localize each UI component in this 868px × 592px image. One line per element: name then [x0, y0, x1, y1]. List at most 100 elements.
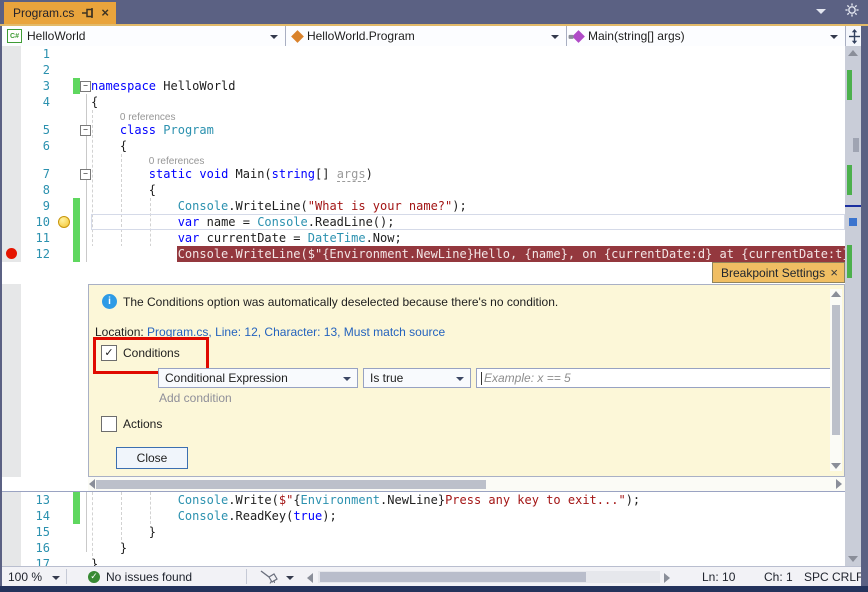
code-text[interactable]: Console.ReadKey(true); [91, 508, 845, 524]
code-text[interactable]: var name = Console.ReadLine(); [91, 214, 845, 230]
scroll-down-icon[interactable] [831, 463, 841, 469]
scrollbar-caret-mark [845, 205, 861, 207]
scrollbar-thumb[interactable] [96, 480, 486, 489]
breakpoint-margin-cell[interactable] [2, 214, 21, 230]
code-text[interactable]: } [91, 540, 845, 556]
panel-horizontal-scrollbar[interactable] [88, 477, 845, 491]
add-condition-link[interactable]: Add condition [159, 391, 232, 405]
condition-operator-dropdown[interactable]: Is true [363, 368, 471, 388]
fold-collapse-icon[interactable]: − [80, 81, 91, 92]
code-cleanup-icon[interactable] [260, 570, 278, 584]
breakpoint-margin-cell[interactable] [2, 508, 21, 524]
separator [246, 569, 247, 584]
scrollbar-change-mark [847, 245, 852, 278]
breakpoint-margin-cell[interactable] [2, 166, 21, 182]
line-number: 14 [21, 508, 56, 524]
column-indicator[interactable]: Ch: 1 [764, 570, 793, 584]
code-text[interactable]: { [91, 94, 845, 110]
change-bar-empty [73, 138, 80, 154]
editor-horizontal-scrollbar[interactable] [318, 571, 660, 583]
spaces-indicator[interactable]: SPC [804, 570, 829, 584]
close-button[interactable]: Close [116, 447, 188, 469]
code-text[interactable]: { [91, 182, 845, 198]
codelens-references[interactable]: 0 references [91, 112, 175, 122]
actions-checkbox[interactable] [101, 416, 117, 432]
code-text[interactable]: Console.Write($"{Environment.NewLine}Pre… [91, 492, 845, 508]
breakpoint-settings-tab[interactable]: Breakpoint Settings × [712, 262, 845, 283]
close-icon[interactable]: × [830, 265, 838, 280]
scrollbar-thumb[interactable] [832, 305, 840, 435]
code-text[interactable]: var currentDate = DateTime.Now; [91, 230, 845, 246]
peek-header-row: Breakpoint Settings × [2, 262, 845, 284]
gear-icon[interactable] [845, 3, 859, 17]
breakpoint-margin-cell[interactable] [2, 122, 21, 138]
breakpoint-margin-cell[interactable] [2, 540, 21, 556]
window-position-chevron-icon[interactable] [816, 9, 826, 14]
code-text[interactable] [91, 62, 845, 78]
breakpoint-margin-cell[interactable] [2, 94, 21, 110]
tab-program-cs[interactable]: Program.cs × [4, 2, 116, 24]
breakpoint-margin-cell[interactable] [2, 46, 21, 62]
breakpoint-margin-cell[interactable] [2, 198, 21, 214]
code-text[interactable]: namespace HelloWorld [91, 78, 845, 94]
chevron-down-icon[interactable] [52, 576, 60, 580]
change-bar-empty [73, 556, 80, 566]
breakpoint-margin-cell[interactable] [2, 62, 21, 78]
code-text[interactable]: Console.WriteLine($"{Environment.NewLine… [91, 246, 845, 262]
condition-type-dropdown[interactable]: Conditional Expression [158, 368, 358, 388]
chevron-down-icon [456, 377, 464, 381]
member-dropdown[interactable]: Main(string[] args) [567, 26, 845, 46]
line-indicator[interactable]: Ln: 10 [702, 570, 735, 584]
panel-vertical-scrollbar[interactable] [830, 289, 842, 471]
breakpoint-margin-cell[interactable] [2, 78, 21, 94]
code-text[interactable]: Console.WriteLine("What is your name?"); [91, 198, 845, 214]
condition-expression-input[interactable]: Example: x == 5 [476, 368, 834, 388]
chevron-down-icon[interactable] [286, 576, 294, 580]
code-text[interactable]: } [91, 556, 845, 566]
method-icon [572, 30, 585, 43]
code-block-top: 123−namespace HelloWorld4{0 references5−… [2, 46, 845, 262]
code-text[interactable]: { [91, 138, 845, 154]
scroll-down-icon[interactable] [848, 556, 858, 562]
fold-collapse-icon[interactable]: − [80, 169, 91, 180]
scroll-up-icon[interactable] [831, 291, 841, 297]
code-text[interactable] [91, 46, 845, 62]
health-indicator-message[interactable]: No issues found [106, 570, 192, 584]
codelens-references[interactable]: 0 references [91, 156, 204, 166]
code-text[interactable]: } [91, 524, 845, 540]
scrollbar-thumb[interactable] [853, 138, 859, 152]
breakpoint-margin-cell[interactable] [2, 492, 21, 508]
scroll-right-icon[interactable] [664, 573, 670, 583]
lightbulb-icon[interactable] [58, 216, 70, 228]
change-bar-empty [73, 122, 80, 138]
line-number: 13 [21, 492, 56, 508]
split-editor-button[interactable] [845, 26, 862, 46]
code-editor[interactable]: 123−namespace HelloWorld4{0 references5−… [2, 46, 845, 566]
pin-icon[interactable] [82, 7, 96, 19]
breakpoint-icon[interactable] [6, 248, 17, 259]
breakpoint-margin-cell[interactable] [2, 246, 21, 262]
fold-collapse-icon[interactable]: − [80, 125, 91, 136]
change-bar-empty [73, 524, 80, 540]
breakpoint-margin-cell[interactable] [2, 230, 21, 246]
breakpoint-margin-cell[interactable] [2, 138, 21, 154]
scroll-up-icon[interactable] [848, 50, 858, 56]
project-dropdown[interactable]: C# HelloWorld [2, 26, 286, 46]
breakpoint-margin-cell[interactable] [2, 556, 21, 566]
navigation-bar: C# HelloWorld HelloWorld.Program Main(st… [2, 26, 845, 46]
code-text[interactable]: static void Main(string[] args) [91, 166, 845, 182]
conditions-checkbox[interactable]: ✓ [101, 345, 117, 361]
breakpoint-margin-cell[interactable] [2, 182, 21, 198]
line-number: 12 [21, 246, 56, 262]
breakpoint-margin-cell[interactable] [2, 524, 21, 540]
zoom-level-dropdown[interactable]: 100 % [8, 570, 42, 584]
editor-vertical-scrollbar[interactable] [845, 46, 861, 566]
scrollbar-thumb[interactable] [320, 572, 586, 582]
scroll-left-icon[interactable] [89, 479, 95, 489]
code-text[interactable]: class Program [91, 122, 845, 138]
type-dropdown[interactable]: HelloWorld.Program [286, 26, 567, 46]
scroll-right-icon[interactable] [836, 479, 842, 489]
tab-close-icon[interactable]: × [101, 7, 109, 19]
line-ending-indicator[interactable]: CRLF [832, 570, 863, 584]
scroll-left-icon[interactable] [307, 573, 313, 583]
